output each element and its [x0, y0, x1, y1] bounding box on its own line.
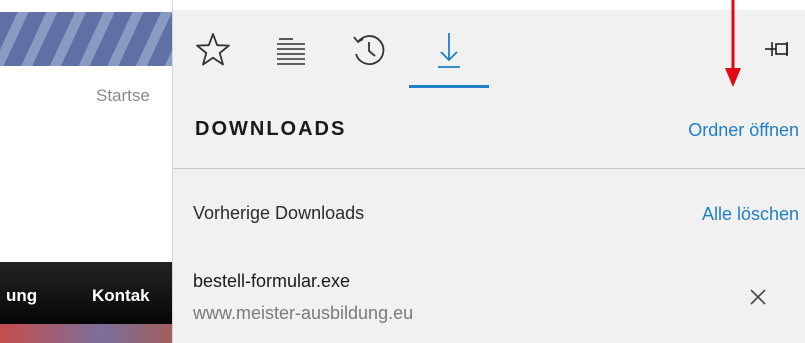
previous-downloads-label: Vorherige Downloads	[193, 203, 365, 223]
tab-downloads[interactable]	[429, 30, 469, 70]
pin-button[interactable]	[763, 35, 795, 63]
tab-history[interactable]	[349, 30, 389, 70]
tab-favorites[interactable]	[193, 30, 233, 70]
pin-icon	[765, 42, 788, 56]
site-navbar: ung Kontak	[0, 262, 172, 324]
background-webpage: Startse ung Kontak	[0, 0, 172, 343]
close-icon	[750, 289, 766, 305]
panel-title: DOWNLOADS	[195, 118, 347, 140]
section-divider	[173, 168, 805, 169]
star-icon	[196, 33, 230, 66]
active-tab-indicator	[409, 85, 489, 88]
open-folder-link[interactable]: Ordner öffnen	[688, 120, 799, 141]
download-file-name[interactable]: bestell-formular.exe	[193, 271, 350, 292]
page-image-strip	[0, 324, 172, 343]
header-banner	[0, 12, 172, 66]
clear-all-link[interactable]: Alle löschen	[702, 204, 799, 225]
history-icon	[353, 35, 385, 65]
hub-top-edge	[173, 0, 805, 10]
download-source-url: www.meister-ausbildung.eu	[193, 303, 414, 323]
nav-item-ausbildung[interactable]: ung	[6, 286, 37, 306]
reading-list-icon	[277, 38, 305, 65]
tab-reading-list[interactable]	[271, 30, 311, 70]
annotation-arrow-icon	[725, 0, 741, 87]
remove-download-button[interactable]	[747, 286, 769, 308]
home-link[interactable]: Startse	[96, 86, 150, 106]
download-icon	[438, 33, 460, 68]
nav-item-kontakt[interactable]: Kontak	[92, 286, 150, 306]
downloads-hub-panel: DOWNLOADS Ordner öffnen Vorherige Downlo…	[172, 0, 805, 343]
